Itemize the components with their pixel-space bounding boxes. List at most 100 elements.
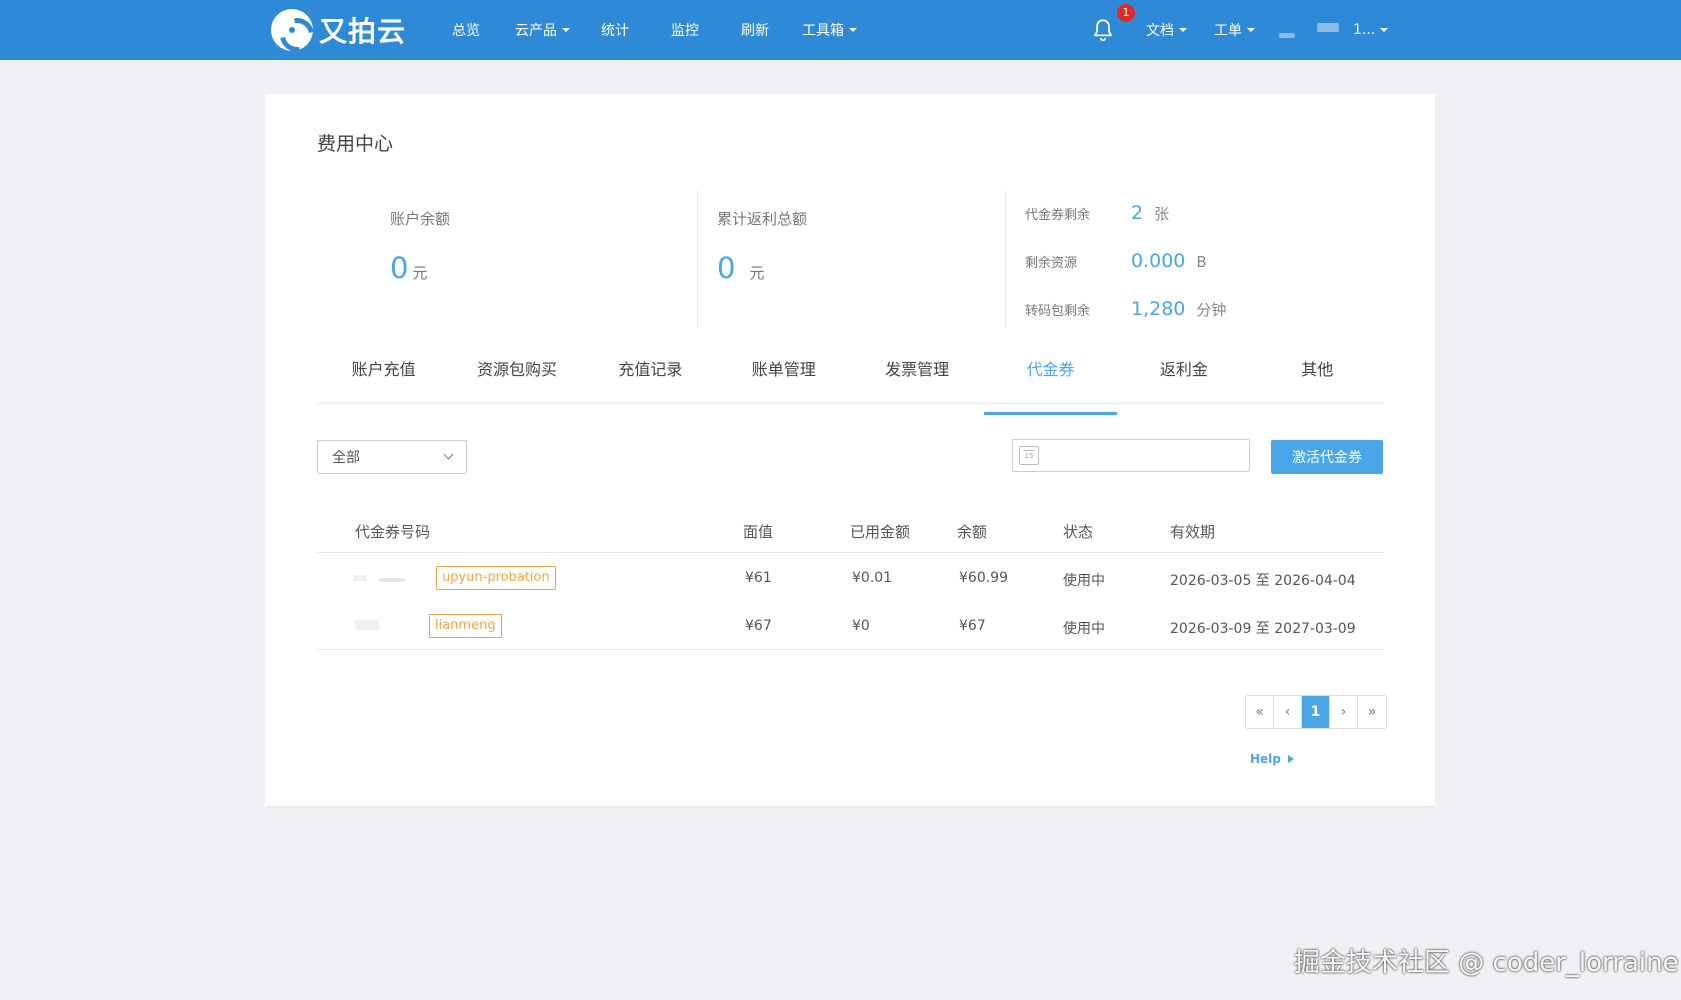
blurred-voucher-code xyxy=(353,575,367,581)
rebate-value: 0 xyxy=(717,251,736,285)
transcode-remaining-label: 转码包剩余 xyxy=(1025,304,1091,319)
nav-overview[interactable]: 总览 xyxy=(452,20,482,40)
face-value: ¥67 xyxy=(745,618,772,634)
col-voucher-code: 代金券号码 xyxy=(355,523,431,541)
transcode-remaining-row: 转码包剩余 1,280 分钟 xyxy=(1025,298,1226,320)
validity: 2026-03-09 至 2027-03-09 xyxy=(1170,621,1356,637)
play-arrow-icon xyxy=(1287,755,1294,763)
resource-remaining-unit: B xyxy=(1196,253,1207,271)
balance-label: 账户余额 xyxy=(390,210,451,228)
calendar-icon[interactable]: 15 xyxy=(1019,446,1039,465)
voucher-remaining-row: 代金券剩余 2 张 xyxy=(1025,202,1169,224)
nav-refresh[interactable]: 刷新 xyxy=(741,20,769,40)
tab-other[interactable]: 其他 xyxy=(1251,348,1384,403)
notification-bell[interactable]: 1 xyxy=(1090,4,1135,43)
help-link[interactable]: Help xyxy=(1250,752,1294,766)
voucher-source-tag: upyun-probation xyxy=(436,566,556,590)
caret-down-icon xyxy=(849,28,857,32)
tab-bill-management[interactable]: 账单管理 xyxy=(717,348,850,403)
rebate-stat: 累计返利总额 0 元 xyxy=(717,208,807,285)
col-used-amount: 已用金额 xyxy=(850,523,911,541)
activate-voucher-button[interactable]: 激活代金券 xyxy=(1271,440,1383,474)
blurred-voucher-code xyxy=(379,578,405,582)
date-range-input[interactable] xyxy=(1012,439,1250,472)
caret-down-icon xyxy=(1179,28,1187,32)
billing-tabs: 账户充值 资源包购买 充值记录 账单管理 发票管理 代金券 返利金 其他 xyxy=(317,348,1384,415)
used-amount: ¥0 xyxy=(852,618,870,634)
user-menu[interactable]: 1... xyxy=(1353,22,1389,38)
user-menu-label: 1... xyxy=(1353,22,1376,38)
tab-recharge-records[interactable]: 充值记录 xyxy=(584,348,717,403)
rebate-label: 累计返利总额 xyxy=(717,210,808,228)
page-title: 费用中心 xyxy=(317,133,394,155)
voucher-remaining-label: 代金券剩余 xyxy=(1025,208,1091,223)
top-navbar: 又拍云 总览 云产品 统计 监控 刷新 工具箱 1 文档 工单 1... xyxy=(0,0,1681,60)
voucher-source-tag: lianmeng xyxy=(429,614,502,638)
resource-remaining-label: 剩余资源 xyxy=(1025,256,1078,271)
used-amount: ¥0.01 xyxy=(852,570,893,586)
col-face-value: 面值 xyxy=(743,523,774,541)
balance-unit: 元 xyxy=(412,264,428,282)
validity: 2026-03-05 至 2026-04-04 xyxy=(1170,573,1356,589)
caret-down-icon xyxy=(1247,28,1255,32)
bell-icon xyxy=(1094,19,1112,42)
main-nav: 总览 云产品 统计 监控 刷新 工具箱 xyxy=(452,0,857,60)
pagination: « ‹ 1 › » xyxy=(1245,695,1387,729)
status: 使用中 xyxy=(1063,573,1105,589)
status-select-value: 全部 xyxy=(332,450,360,466)
blurred-voucher-code xyxy=(355,620,379,630)
resource-remaining-value: 0.000 xyxy=(1131,250,1186,272)
caret-down-icon xyxy=(562,28,570,32)
status-select[interactable]: 全部 xyxy=(317,440,467,474)
tab-invoice-management[interactable]: 发票管理 xyxy=(851,348,984,403)
billing-center-card: 费用中心 账户余额 0 元 累计返利总额 0 元 代金券剩余 2 张 剩余资源 … xyxy=(265,94,1435,806)
nav-tickets[interactable]: 工单 xyxy=(1214,20,1255,40)
voucher-remaining-value: 2 xyxy=(1131,202,1144,224)
nav-cloud-products[interactable]: 云产品 xyxy=(515,20,570,40)
face-value: ¥61 xyxy=(745,570,772,586)
brand-logo[interactable]: 又拍云 xyxy=(271,9,406,51)
nav-tickets-label: 工单 xyxy=(1214,23,1242,39)
nav-statistics[interactable]: 统计 xyxy=(601,20,629,40)
balance-stat: 账户余额 0 元 xyxy=(390,208,450,285)
tab-rebate[interactable]: 返利金 xyxy=(1117,348,1250,403)
balance: ¥67 xyxy=(959,618,986,634)
tab-resource-package[interactable]: 资源包购买 xyxy=(450,348,583,403)
rebate-unit: 元 xyxy=(749,264,765,282)
transcode-remaining-value: 1,280 xyxy=(1131,298,1186,320)
table-row: upyun-probation ¥61 ¥0.01 ¥60.99 使用中 202… xyxy=(317,554,1384,602)
balance: ¥60.99 xyxy=(959,570,1008,586)
blurred-user-avatar xyxy=(1279,32,1295,38)
watermark: 掘金技术社区 @ coder_lorraine xyxy=(1294,948,1679,978)
nav-toolbox[interactable]: 工具箱 xyxy=(802,20,857,40)
resource-remaining-row: 剩余资源 0.000 B xyxy=(1025,250,1207,272)
next-page-button[interactable]: › xyxy=(1330,696,1358,728)
chevron-down-icon xyxy=(443,449,454,460)
col-status: 状态 xyxy=(1063,523,1094,541)
balance-value: 0 xyxy=(390,251,409,285)
first-page-button[interactable]: « xyxy=(1246,696,1274,728)
nav-toolbox-label: 工具箱 xyxy=(802,23,844,39)
page-1-button[interactable]: 1 xyxy=(1302,696,1330,728)
nav-right: 1 文档 工单 1... xyxy=(1090,0,1389,60)
nav-monitor[interactable]: 监控 xyxy=(671,20,699,40)
col-validity: 有效期 xyxy=(1170,523,1216,541)
prev-page-button[interactable]: ‹ xyxy=(1274,696,1302,728)
caret-down-icon xyxy=(1380,28,1389,32)
nav-docs[interactable]: 文档 xyxy=(1146,20,1187,40)
brand-name: 又拍云 xyxy=(319,15,407,48)
nav-cloud-products-label: 云产品 xyxy=(515,23,557,39)
tab-vouchers[interactable]: 代金券 xyxy=(983,348,1118,415)
col-balance: 余额 xyxy=(957,523,988,541)
nav-docs-label: 文档 xyxy=(1146,23,1174,39)
divider xyxy=(1005,190,1006,328)
tab-recharge[interactable]: 账户充值 xyxy=(317,348,450,403)
help-label: Help xyxy=(1250,752,1281,766)
divider xyxy=(697,190,698,328)
blurred-username xyxy=(1317,22,1339,32)
last-page-button[interactable]: » xyxy=(1358,696,1386,728)
notification-badge: 1 xyxy=(1117,4,1135,22)
upyun-logo-icon xyxy=(271,9,313,51)
table-row: lianmeng ¥67 ¥0 ¥67 使用中 2026-03-09 至 202… xyxy=(317,602,1384,650)
voucher-table-header: 代金券号码 面值 已用金额 余额 状态 有效期 xyxy=(317,503,1384,553)
